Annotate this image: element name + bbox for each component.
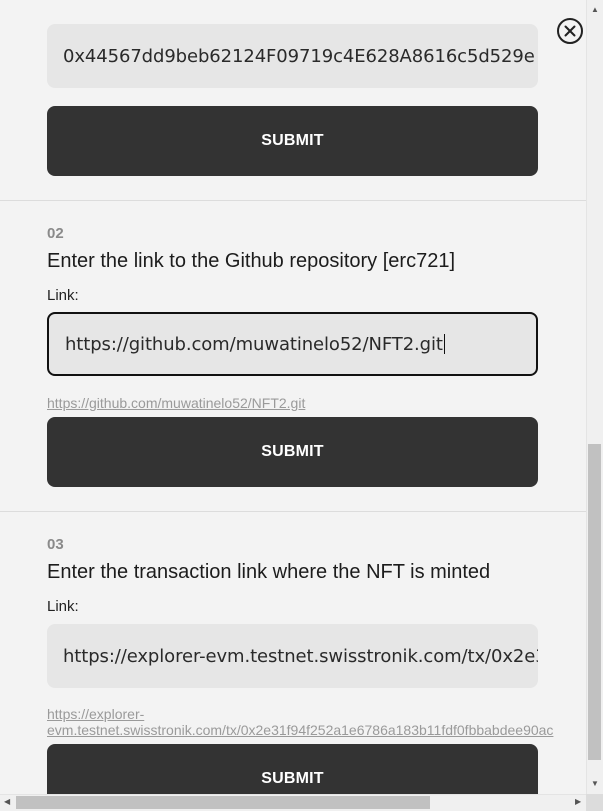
github-link-input[interactable]: https://github.com/muwatinelo52/NFT2.git <box>47 312 538 376</box>
scroll-right-arrow-icon[interactable]: ▶ <box>575 797 581 806</box>
transaction-link-preview[interactable]: https://explorer- evm.testnet.swisstroni… <box>47 706 586 738</box>
address-input[interactable]: 0x44567dd9beb62124F09719c4E628A8616c5d52… <box>47 24 538 88</box>
scroll-left-arrow-icon[interactable]: ◀ <box>4 797 10 806</box>
scroll-up-arrow-icon[interactable]: ▲ <box>591 5 599 14</box>
github-link-input-value: https://github.com/muwatinelo52/NFT2.git <box>65 333 443 355</box>
vertical-scroll-thumb[interactable] <box>588 444 601 760</box>
task-panel: address 0x44567dd9beb62124F09719c4E628A8… <box>0 0 586 794</box>
step-number-03: 03 <box>47 536 64 553</box>
scrollbar-corner <box>586 794 603 811</box>
step-title-02: Enter the link to the Github repository … <box>47 250 455 272</box>
horizontal-scroll-thumb[interactable] <box>16 796 430 809</box>
github-link-preview[interactable]: https://github.com/muwatinelo52/NFT2.git <box>47 395 305 411</box>
step-number-02: 02 <box>47 225 64 242</box>
transaction-link-preview-line2: evm.testnet.swisstronik.com/tx/0x2e31f94… <box>47 722 554 738</box>
scroll-down-arrow-icon[interactable]: ▼ <box>591 779 599 788</box>
close-button[interactable] <box>556 17 584 45</box>
link-label-03: Link: <box>47 598 79 615</box>
transaction-link-preview-line1: https://explorer- <box>47 706 145 722</box>
section-divider <box>0 511 586 512</box>
link-label-02: Link: <box>47 287 79 304</box>
submit-button-3[interactable]: SUBMIT <box>47 744 538 794</box>
text-caret <box>443 334 445 354</box>
close-icon <box>557 18 583 44</box>
section-divider <box>0 200 586 201</box>
submit-button-1[interactable]: SUBMIT <box>47 106 538 176</box>
submit-button-2[interactable]: SUBMIT <box>47 417 538 487</box>
step-title-03: Enter the transaction link where the NFT… <box>47 561 491 583</box>
transaction-link-input[interactable]: https://explorer-evm.testnet.swisstronik… <box>47 624 538 688</box>
